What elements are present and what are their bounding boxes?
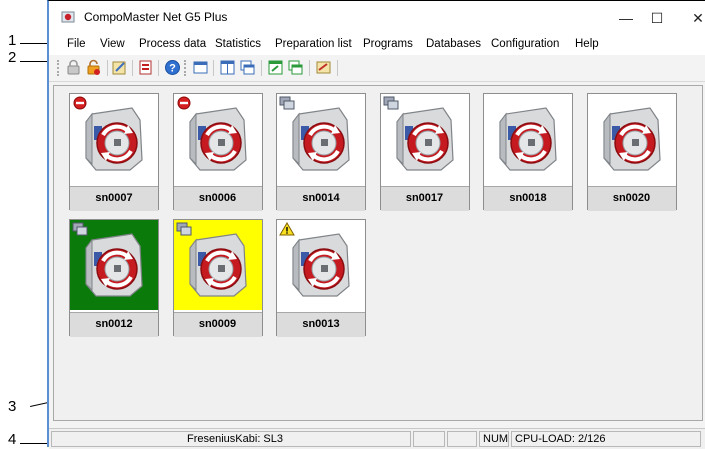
tile-icon[interactable] <box>219 59 236 76</box>
svg-text:?: ? <box>169 63 176 75</box>
network-badge-icon <box>279 96 295 110</box>
status-pane-empty <box>413 431 445 447</box>
device-tile[interactable]: sn0007 <box>69 93 159 211</box>
device-tile[interactable]: sn0013 <box>276 219 366 337</box>
title-bar[interactable]: CompoMaster Net G5 Plus — ☐ ✕ <box>49 1 705 33</box>
edit-icon[interactable] <box>111 59 128 76</box>
toolbar-separator <box>213 60 214 76</box>
menu-help[interactable]: Help <box>575 38 599 50</box>
window-icon[interactable] <box>192 59 209 76</box>
report-icon[interactable] <box>137 59 154 76</box>
toolbar-separator <box>337 60 338 76</box>
network-badge-icon <box>72 222 88 236</box>
device-tile[interactable]: sn0020 <box>586 93 677 211</box>
menu-bar: File View Process data Statistics Prepar… <box>49 33 705 55</box>
device-name-label: sn0007 <box>70 186 158 211</box>
lock-icon[interactable] <box>65 59 82 76</box>
status-num: NUM <box>479 431 509 447</box>
device-tile[interactable]: sn0006 <box>172 93 263 211</box>
toolbar-separator <box>158 60 159 76</box>
status-cpu-load: CPU-LOAD: 2/126 <box>511 431 701 447</box>
callout-4: 4 <box>8 431 17 448</box>
menu-preparation-list[interactable]: Preparation list <box>275 38 352 50</box>
callout-1: 1 <box>8 32 17 49</box>
toolbar-separator <box>132 60 133 76</box>
menu-process-data[interactable]: Process data <box>139 38 206 50</box>
no-entry-badge-icon <box>177 96 190 110</box>
device-tile[interactable]: sn0018 <box>483 93 573 211</box>
app-icon <box>61 11 75 23</box>
toolbar-grip[interactable] <box>57 60 61 76</box>
callout-2: 2 <box>8 49 17 66</box>
maximize-button[interactable]: ☐ <box>635 5 679 31</box>
settings-icon[interactable] <box>315 59 332 76</box>
status-bar: FreseniusKabi: SL3 NUM CPU-LOAD: 2/126 <box>49 428 705 449</box>
menu-configuration[interactable]: Configuration <box>491 38 559 50</box>
warning-badge-icon <box>279 222 295 236</box>
device-tile[interactable]: sn0017 <box>379 93 470 211</box>
copy-icon[interactable] <box>287 59 304 76</box>
menu-programs[interactable]: Programs <box>363 38 413 50</box>
device-tile[interactable]: sn0014 <box>276 93 366 211</box>
compounder-device-icon <box>484 94 572 184</box>
help-icon[interactable]: ? <box>164 59 181 76</box>
unlock-icon[interactable] <box>85 59 102 76</box>
device-name-label: sn0012 <box>70 312 158 337</box>
network-badge-icon <box>176 222 191 236</box>
export-icon[interactable] <box>267 59 284 76</box>
device-name-label: sn0013 <box>277 312 365 337</box>
device-tile[interactable]: sn0012 <box>69 219 159 337</box>
device-name-label: sn0006 <box>173 186 262 211</box>
device-name-label: sn0020 <box>587 186 676 211</box>
app-window: CompoMaster Net G5 Plus — ☐ ✕ File View … <box>47 0 705 449</box>
toolbar: ? <box>49 55 705 82</box>
no-entry-badge-icon <box>73 96 87 110</box>
device-name-label: sn0014 <box>277 186 365 211</box>
status-pane-empty <box>447 431 477 447</box>
device-name-label: sn0009 <box>173 312 262 337</box>
menu-statistics[interactable]: Statistics <box>215 38 261 50</box>
device-name-label: sn0017 <box>380 186 469 211</box>
device-name-label: sn0018 <box>484 186 572 211</box>
menu-file[interactable]: File <box>67 38 86 50</box>
close-button[interactable]: ✕ <box>676 5 705 31</box>
toolbar-separator <box>261 60 262 76</box>
device-panel: sn0007 sn0006 sn0014 sn0017 sn0018 sn0020 sn00… <box>53 85 703 421</box>
toolbar-separator <box>107 60 108 76</box>
window-title: CompoMaster Net G5 Plus <box>84 10 228 24</box>
compounder-device-icon <box>587 94 676 184</box>
toolbar-grip[interactable] <box>184 60 188 76</box>
network-badge-icon <box>383 96 398 110</box>
menu-view[interactable]: View <box>100 38 125 50</box>
cascade-icon[interactable] <box>239 59 256 76</box>
menu-databases[interactable]: Databases <box>426 38 481 50</box>
status-user: FreseniusKabi: SL3 <box>51 431 411 447</box>
device-tile[interactable]: sn0009 <box>172 219 263 337</box>
callout-3: 3 <box>8 398 17 415</box>
toolbar-separator <box>309 60 310 76</box>
